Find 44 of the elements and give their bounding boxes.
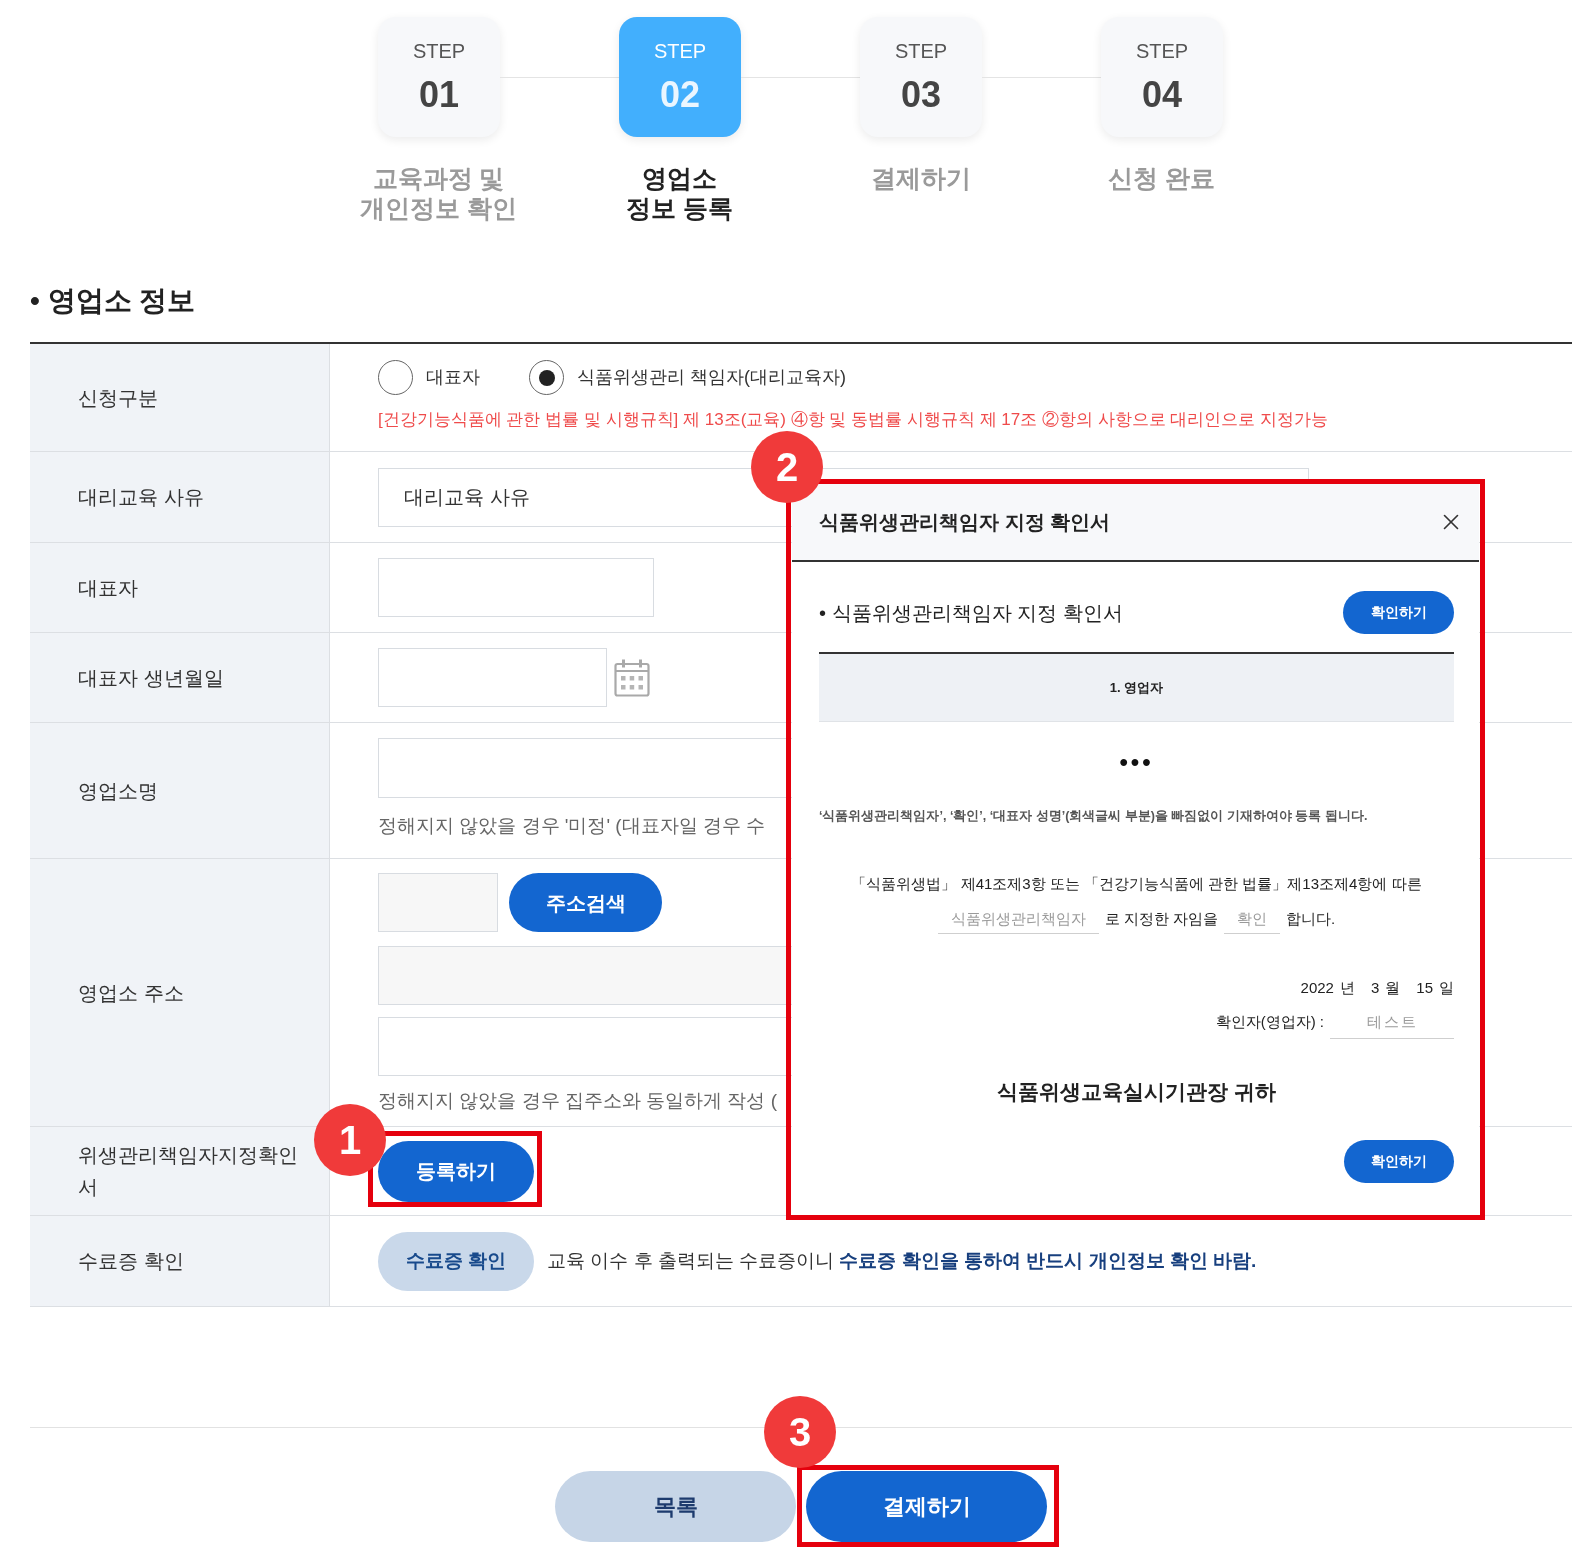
hint-text: 정해지지 않았을 경우 '미정' (대표자일 경우 수 [378,814,766,838]
step-number: 01 [418,75,459,115]
statement-text: 로 지정한 자임을 [1104,908,1219,929]
dialog-subtitle: • 식품위생관리책임자 지정 확인서 [819,600,1123,626]
step-caption: STEP [653,39,707,63]
step-caption: STEP [412,39,466,63]
statement-text: 합니다. [1286,908,1336,929]
date-value: 15 [1416,978,1433,998]
row-label: 대표자 생년월일 [78,665,225,691]
step-number: 03 [900,75,941,115]
dialog-title: 식품위생관리책임자 지정 확인서 [819,510,1111,535]
notice-text: ‘식품위생관리책임자’, ‘확인’, ‘대표자 성명’(회색글씨 부분)을 빠짐없이 기재하여야 등록 됩니다. [819,808,1368,825]
step-number: 04 [1141,75,1182,115]
section-title: • 영업소 정보 [30,284,197,318]
ellipsis-text: ••• [1119,750,1154,774]
row-label: 영업소 주소 [78,980,185,1006]
step-caption: STEP [894,39,948,63]
row-label: 수료증 확인 [78,1249,185,1274]
signer-label: 확인자(영업자) : [1215,1011,1324,1032]
row-label: 대표자 [78,575,139,601]
radio-label: 대표자 [426,366,480,389]
statement-text: 「식품위생법」 제41조제3항 또는 「건강기능식품에 관한 법률」제13조제4항에 따른 [851,874,1422,894]
step-title: 교육과정 및 개인정보 확인 [360,163,517,223]
date-value: 3 [1370,978,1380,998]
date-unit: 년 [1339,978,1355,998]
row-label: 영업소명 [78,778,159,804]
addressee-text: 식품위생교육실시기관장 귀하 [997,1079,1276,1105]
step-number: 02 [659,75,700,115]
certificate-note: 교육 이수 후 출력되는 수료증이니 수료증 확인을 통하여 반드시 개인정보 확인 바람. [547,1248,1257,1273]
table-header-cell: 1. 영업자 [819,652,1454,722]
step-title: 영업소 정보 등록 [626,163,733,223]
row-label: 위생관리책임자지정확인서 [78,1143,299,1200]
row-label: 대리교육 사유 [78,485,205,510]
step-caption: STEP [1135,39,1189,63]
notice-text: [건강기능식품에 관한 법률 및 시행규칙] 제 13조(교육) ④항 및 동법률 시행규칙 제 17조 ②항의 사항으로 대리인으로 지정가능 [378,410,1329,430]
step-title: 결제하기 [870,163,971,194]
date-unit: 월 [1385,978,1401,998]
date-unit: 일 [1439,978,1454,998]
callout-number: 3 [764,1396,836,1468]
radio-label: 식품위생관리 책임자(대리교육자) [577,366,846,389]
date-value: 2022 [1300,978,1334,998]
step-title: 신청 완료 [1108,163,1215,194]
callout-number: 2 [751,431,823,503]
row-label: 신청구분 [78,385,159,411]
